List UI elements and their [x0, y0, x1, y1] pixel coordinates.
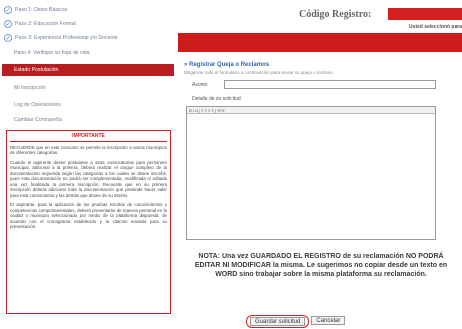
check-circle-icon: ✓ [4, 20, 12, 28]
header-banner [178, 33, 462, 52]
user-selection-text: Usted seleccionó para [408, 24, 462, 30]
detalle-label: Detalle de su solicitud [192, 96, 241, 102]
sidebar-item-label: Paso 4: Verifique su hoja de vida [14, 50, 90, 56]
sidebar-item-label: Cambiar Contraseña [14, 117, 62, 123]
asunto-label: Asunto [192, 82, 208, 88]
detalle-editor[interactable]: B I U | ≡ ≡ ≡ ≡ | ⟲ ⟳ [186, 106, 436, 240]
complaint-form-header: » Registrar Queja o Reclamos Diligencie … [184, 62, 454, 75]
sidebar-item-label: Mi Inscripción [14, 85, 46, 91]
editor-toolbar[interactable]: B I U | ≡ ≡ ≡ ≡ | ⟲ ⟳ [187, 107, 435, 114]
sidebar-item-label: Log de Operaciones [14, 102, 61, 108]
important-notice: IMPORTANTE RECUERDE que en este concurso… [6, 130, 171, 314]
asunto-input[interactable] [224, 80, 436, 89]
main-content: Código Registro: Usted seleccionó para »… [178, 0, 462, 329]
section-hint: Diligencie todo el formulario a continua… [184, 70, 333, 75]
cancel-button[interactable]: Cancelar [311, 316, 346, 325]
check-circle-icon: ✓ [4, 6, 12, 14]
sidebar-item-step-1[interactable]: ✓ Paso 1: Datos Básicos [2, 4, 174, 16]
section-title: » Registrar Queja o Reclamos [184, 62, 270, 68]
save-highlight: Guardar solicitud [246, 315, 310, 328]
sidebar-item-label: Paso 2: Educación Formal [15, 21, 76, 27]
important-paragraph: Cuando el aspirante desee postularse a o… [10, 159, 167, 198]
sidebar-item-cambiar-contrasena[interactable]: Cambiar Contraseña [10, 114, 174, 126]
important-paragraph: RECUERDE que en este concurso se permite… [10, 144, 167, 156]
sidebar-item-mi-inscripcion[interactable]: Mi Inscripción [10, 82, 174, 94]
sidebar-item-step-3[interactable]: ✓ Paso 3: Experiencia Profesional y/o Do… [2, 32, 174, 44]
important-heading: IMPORTANTE [10, 133, 167, 142]
sidebar-item-step-4[interactable]: Paso 4: Verifique su hoja de vida [10, 47, 174, 59]
warning-note: NOTA: Una vez GUARDADO EL REGISTRO de su… [194, 253, 448, 278]
save-button[interactable]: Guardar solicitud [250, 317, 306, 326]
important-paragraph: El aspirante, para la aplicación de las … [10, 202, 167, 229]
registro-code-redacted [388, 8, 462, 20]
sidebar-item-estado-postulacion[interactable]: Estado Postulación [2, 64, 174, 76]
check-circle-icon: ✓ [4, 34, 12, 42]
sidebar-item-step-2[interactable]: ✓ Paso 2: Educación Formal [2, 18, 174, 30]
sidebar-item-label: Paso 3: Experiencia Profesional y/o Doce… [15, 35, 118, 41]
sidebar: ✓ Paso 1: Datos Básicos ✓ Paso 2: Educac… [0, 0, 178, 329]
sidebar-item-log-operaciones[interactable]: Log de Operaciones [10, 99, 174, 111]
sidebar-item-label: Estado Postulación [14, 67, 59, 73]
form-actions: Guardar solicitud Cancelar [246, 315, 346, 328]
page-title: Código Registro: [299, 9, 372, 20]
sidebar-item-label: Paso 1: Datos Básicos [15, 7, 68, 13]
